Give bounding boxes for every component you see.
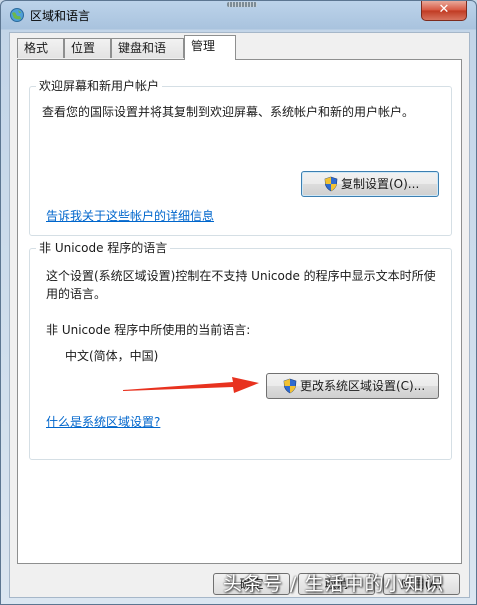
- administrative-panel: 欢迎屏幕和新用户帐户 查看您的国际设置并将其复制到欢迎屏幕、系统帐户和新的用户帐…: [17, 59, 462, 564]
- what-is-system-locale-link[interactable]: 什么是系统区域设置?: [46, 413, 160, 430]
- uac-shield-icon: [324, 176, 338, 192]
- change-system-locale-label: 更改系统区域设置(C)...: [300, 379, 426, 393]
- copy-settings-label: 复制设置(O)...: [341, 177, 420, 191]
- non-unicode-group-title: 非 Unicode 程序的语言: [36, 241, 171, 255]
- tab-formats[interactable]: 格式: [17, 38, 64, 58]
- non-unicode-group: 非 Unicode 程序的语言 这个设置(系统区域设置)控制在不支持 Unico…: [29, 241, 452, 460]
- non-unicode-description-line2: 用的语言。: [46, 287, 107, 301]
- welcome-group-title: 欢迎屏幕和新用户帐户: [36, 79, 163, 93]
- change-system-locale-button[interactable]: 更改系统区域设置(C)...: [266, 373, 439, 399]
- non-unicode-description-line1: 这个设置(系统区域设置)控制在不支持 Unicode 的程序中显示文本时所使: [46, 269, 436, 283]
- globe-icon: [10, 8, 24, 22]
- title-grip-ornament: [227, 2, 257, 7]
- red-arrow-annotation: [123, 377, 259, 393]
- tab-keyboards-languages[interactable]: 键盘和语言: [111, 38, 184, 73]
- current-language-label: 非 Unicode 程序中所使用的当前语言:: [46, 323, 251, 337]
- close-button[interactable]: ✕: [421, 1, 467, 21]
- region-language-window: 区域和语言 ✕ 格式 位置 键盘和语言 管理 欢迎屏幕和新用户帐户 查看您的国际…: [0, 0, 477, 605]
- uac-shield-icon: [283, 378, 297, 394]
- title-bar[interactable]: 区域和语言 ✕: [1, 1, 476, 29]
- dialog-client: 格式 位置 键盘和语言 管理 欢迎屏幕和新用户帐户 查看您的国际设置并将其复制到…: [9, 32, 470, 598]
- copy-settings-button[interactable]: 复制设置(O)...: [301, 171, 439, 197]
- tab-location[interactable]: 位置: [64, 38, 111, 58]
- current-language-value: 中文(简体，中国): [65, 349, 159, 363]
- window-title: 区域和语言: [30, 9, 91, 23]
- welcome-description: 查看您的国际设置并将其复制到欢迎屏幕、系统帐户和新的用户帐户。: [42, 105, 415, 119]
- watermark: 头条号 / 生活中的小知识: [223, 573, 445, 595]
- welcome-screen-group: 欢迎屏幕和新用户帐户 查看您的国际设置并将其复制到欢迎屏幕、系统帐户和新的用户帐…: [29, 79, 452, 236]
- account-details-link[interactable]: 告诉我关于这些帐户的详细信息: [46, 207, 214, 224]
- tab-administrative[interactable]: 管理: [184, 35, 236, 60]
